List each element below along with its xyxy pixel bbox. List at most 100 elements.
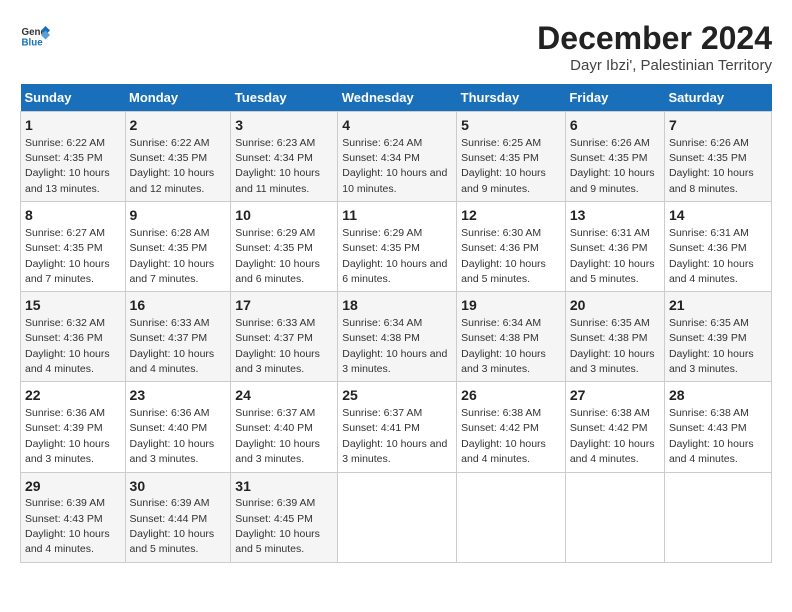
calendar-cell: 11 Sunrise: 6:29 AM Sunset: 4:35 PM Dayl… xyxy=(338,202,457,292)
sunset-info: Sunset: 4:40 PM xyxy=(235,422,313,434)
day-number: 22 xyxy=(25,386,121,406)
sunset-info: Sunset: 4:35 PM xyxy=(130,152,208,164)
day-number: 1 xyxy=(25,116,121,136)
day-number: 6 xyxy=(570,116,660,136)
sunrise-info: Sunrise: 6:24 AM xyxy=(342,137,422,149)
day-number: 14 xyxy=(669,206,767,226)
calendar-cell: 25 Sunrise: 6:37 AM Sunset: 4:41 PM Dayl… xyxy=(338,382,457,472)
calendar-cell: 29 Sunrise: 6:39 AM Sunset: 4:43 PM Dayl… xyxy=(21,472,126,562)
daylight-info: Daylight: 10 hours and 4 minutes. xyxy=(669,438,754,465)
calendar-cell: 9 Sunrise: 6:28 AM Sunset: 4:35 PM Dayli… xyxy=(125,202,231,292)
subtitle: Dayr Ibzi', Palestinian Territory xyxy=(537,57,772,74)
day-number: 15 xyxy=(25,296,121,316)
daylight-info: Daylight: 10 hours and 3 minutes. xyxy=(342,348,447,375)
sunrise-info: Sunrise: 6:23 AM xyxy=(235,137,315,149)
main-title: December 2024 xyxy=(537,20,772,57)
sunrise-info: Sunrise: 6:27 AM xyxy=(25,227,105,239)
daylight-info: Daylight: 10 hours and 4 minutes. xyxy=(25,528,110,555)
calendar-cell: 15 Sunrise: 6:32 AM Sunset: 4:36 PM Dayl… xyxy=(21,292,126,382)
day-number: 25 xyxy=(342,386,452,406)
header-day-tuesday: Tuesday xyxy=(231,84,338,112)
calendar-header: SundayMondayTuesdayWednesdayThursdayFrid… xyxy=(21,84,772,112)
sunrise-info: Sunrise: 6:25 AM xyxy=(461,137,541,149)
daylight-info: Daylight: 10 hours and 5 minutes. xyxy=(570,258,655,285)
week-row-5: 29 Sunrise: 6:39 AM Sunset: 4:43 PM Dayl… xyxy=(21,472,772,562)
sunrise-info: Sunrise: 6:26 AM xyxy=(570,137,650,149)
daylight-info: Daylight: 10 hours and 4 minutes. xyxy=(570,438,655,465)
calendar-cell: 17 Sunrise: 6:33 AM Sunset: 4:37 PM Dayl… xyxy=(231,292,338,382)
sunset-info: Sunset: 4:38 PM xyxy=(570,332,648,344)
daylight-info: Daylight: 10 hours and 3 minutes. xyxy=(461,348,546,375)
sunset-info: Sunset: 4:43 PM xyxy=(669,422,747,434)
sunrise-info: Sunrise: 6:35 AM xyxy=(669,317,749,329)
calendar-cell: 16 Sunrise: 6:33 AM Sunset: 4:37 PM Dayl… xyxy=(125,292,231,382)
calendar-cell: 31 Sunrise: 6:39 AM Sunset: 4:45 PM Dayl… xyxy=(231,472,338,562)
daylight-info: Daylight: 10 hours and 3 minutes. xyxy=(235,348,320,375)
sunset-info: Sunset: 4:42 PM xyxy=(461,422,539,434)
day-number: 27 xyxy=(570,386,660,406)
day-number: 23 xyxy=(130,386,227,406)
sunset-info: Sunset: 4:35 PM xyxy=(461,152,539,164)
week-row-2: 8 Sunrise: 6:27 AM Sunset: 4:35 PM Dayli… xyxy=(21,202,772,292)
sunset-info: Sunset: 4:35 PM xyxy=(25,152,103,164)
sunrise-info: Sunrise: 6:31 AM xyxy=(669,227,749,239)
title-area: December 2024 Dayr Ibzi', Palestinian Te… xyxy=(537,20,772,74)
calendar-cell: 18 Sunrise: 6:34 AM Sunset: 4:38 PM Dayl… xyxy=(338,292,457,382)
sunset-info: Sunset: 4:35 PM xyxy=(570,152,648,164)
calendar-cell: 5 Sunrise: 6:25 AM Sunset: 4:35 PM Dayli… xyxy=(457,112,566,202)
sunrise-info: Sunrise: 6:22 AM xyxy=(25,137,105,149)
daylight-info: Daylight: 10 hours and 7 minutes. xyxy=(25,258,110,285)
calendar-table: SundayMondayTuesdayWednesdayThursdayFrid… xyxy=(20,84,772,563)
calendar-cell: 7 Sunrise: 6:26 AM Sunset: 4:35 PM Dayli… xyxy=(664,112,771,202)
logo: General Blue xyxy=(20,20,50,50)
daylight-info: Daylight: 10 hours and 3 minutes. xyxy=(342,438,447,465)
day-number: 30 xyxy=(130,477,227,497)
sunset-info: Sunset: 4:38 PM xyxy=(461,332,539,344)
daylight-info: Daylight: 10 hours and 3 minutes. xyxy=(235,438,320,465)
day-number: 13 xyxy=(570,206,660,226)
daylight-info: Daylight: 10 hours and 3 minutes. xyxy=(25,438,110,465)
daylight-info: Daylight: 10 hours and 7 minutes. xyxy=(130,258,215,285)
day-number: 7 xyxy=(669,116,767,136)
sunrise-info: Sunrise: 6:36 AM xyxy=(130,407,210,419)
day-number: 31 xyxy=(235,477,333,497)
sunset-info: Sunset: 4:37 PM xyxy=(235,332,313,344)
sunrise-info: Sunrise: 6:31 AM xyxy=(570,227,650,239)
daylight-info: Daylight: 10 hours and 5 minutes. xyxy=(235,528,320,555)
day-number: 4 xyxy=(342,116,452,136)
daylight-info: Daylight: 10 hours and 9 minutes. xyxy=(570,167,655,194)
daylight-info: Daylight: 10 hours and 12 minutes. xyxy=(130,167,215,194)
daylight-info: Daylight: 10 hours and 10 minutes. xyxy=(342,167,447,194)
calendar-cell: 14 Sunrise: 6:31 AM Sunset: 4:36 PM Dayl… xyxy=(664,202,771,292)
day-number: 11 xyxy=(342,206,452,226)
sunset-info: Sunset: 4:39 PM xyxy=(25,422,103,434)
daylight-info: Daylight: 10 hours and 4 minutes. xyxy=(130,348,215,375)
calendar-cell: 23 Sunrise: 6:36 AM Sunset: 4:40 PM Dayl… xyxy=(125,382,231,472)
calendar-cell: 27 Sunrise: 6:38 AM Sunset: 4:42 PM Dayl… xyxy=(565,382,664,472)
daylight-info: Daylight: 10 hours and 3 minutes. xyxy=(570,348,655,375)
daylight-info: Daylight: 10 hours and 6 minutes. xyxy=(235,258,320,285)
calendar-cell: 4 Sunrise: 6:24 AM Sunset: 4:34 PM Dayli… xyxy=(338,112,457,202)
header-day-wednesday: Wednesday xyxy=(338,84,457,112)
sunset-info: Sunset: 4:42 PM xyxy=(570,422,648,434)
calendar-cell: 13 Sunrise: 6:31 AM Sunset: 4:36 PM Dayl… xyxy=(565,202,664,292)
sunrise-info: Sunrise: 6:33 AM xyxy=(235,317,315,329)
sunrise-info: Sunrise: 6:37 AM xyxy=(342,407,422,419)
sunrise-info: Sunrise: 6:39 AM xyxy=(25,497,105,509)
sunset-info: Sunset: 4:35 PM xyxy=(25,242,103,254)
calendar-body: 1 Sunrise: 6:22 AM Sunset: 4:35 PM Dayli… xyxy=(21,112,772,563)
day-number: 18 xyxy=(342,296,452,316)
daylight-info: Daylight: 10 hours and 5 minutes. xyxy=(130,528,215,555)
sunrise-info: Sunrise: 6:26 AM xyxy=(669,137,749,149)
day-number: 24 xyxy=(235,386,333,406)
daylight-info: Daylight: 10 hours and 13 minutes. xyxy=(25,167,110,194)
sunset-info: Sunset: 4:40 PM xyxy=(130,422,208,434)
header-day-friday: Friday xyxy=(565,84,664,112)
header-day-thursday: Thursday xyxy=(457,84,566,112)
sunrise-info: Sunrise: 6:35 AM xyxy=(570,317,650,329)
day-number: 9 xyxy=(130,206,227,226)
sunrise-info: Sunrise: 6:28 AM xyxy=(130,227,210,239)
sunrise-info: Sunrise: 6:34 AM xyxy=(342,317,422,329)
daylight-info: Daylight: 10 hours and 5 minutes. xyxy=(461,258,546,285)
calendar-cell: 22 Sunrise: 6:36 AM Sunset: 4:39 PM Dayl… xyxy=(21,382,126,472)
